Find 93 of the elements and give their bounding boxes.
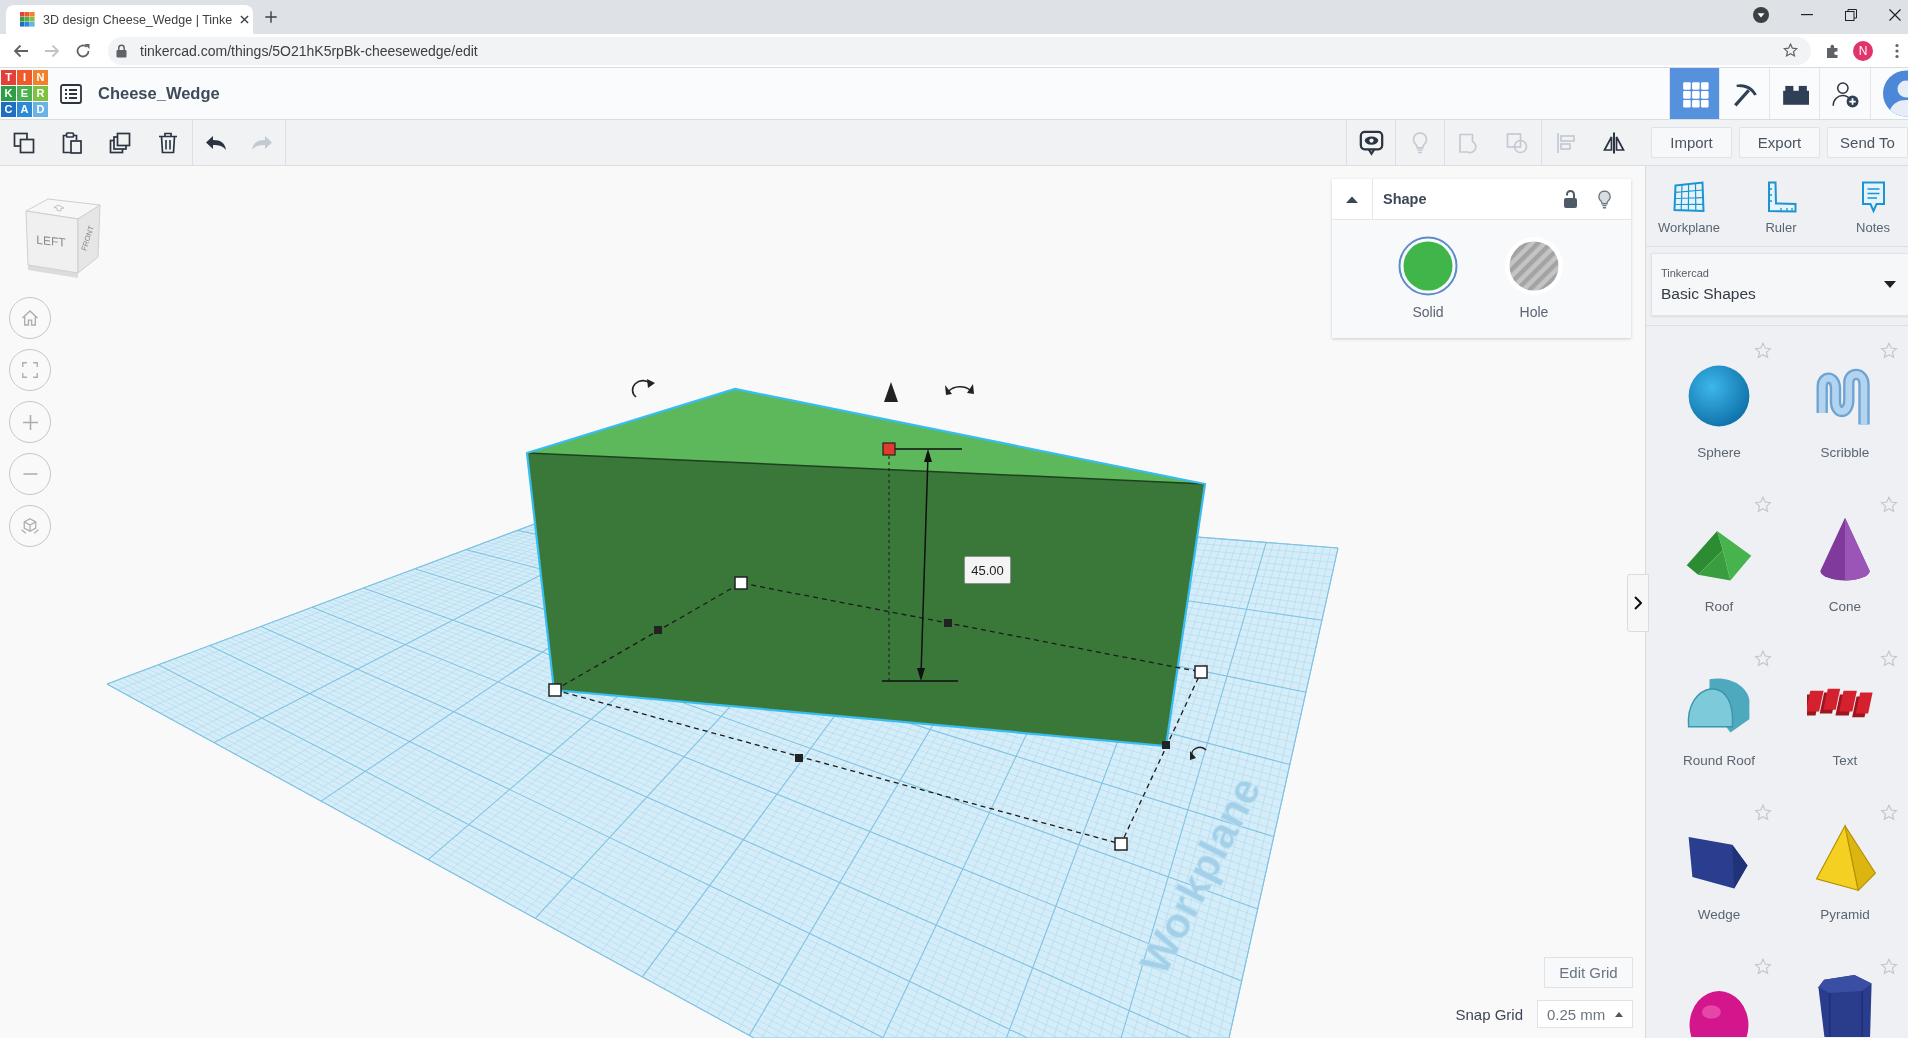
grid-plane-icon bbox=[1672, 180, 1706, 214]
logo-tile[interactable]: E bbox=[17, 86, 32, 101]
double-curved-arrow-icon[interactable] bbox=[945, 384, 974, 395]
shape-library-select[interactable]: Tinkercad Basic Shapes bbox=[1651, 253, 1908, 316]
shape-name: Text bbox=[1832, 752, 1858, 770]
menu-dots-icon[interactable] bbox=[1895, 42, 1899, 59]
snap-grid-label: Snap Grid bbox=[1455, 1005, 1523, 1023]
logo-tile[interactable]: I bbox=[17, 70, 32, 85]
trash-icon[interactable] bbox=[156, 130, 180, 155]
profile-avatar[interactable]: N bbox=[1853, 40, 1873, 61]
caret-icon[interactable] bbox=[1345, 194, 1359, 204]
design-title[interactable]: Cheese_Wedge bbox=[98, 84, 220, 103]
ruler-button[interactable]: Ruler bbox=[1747, 180, 1815, 236]
edit-grid-button[interactable]: Edit Grid bbox=[1544, 957, 1633, 988]
lightbulb-icon[interactable] bbox=[1597, 189, 1612, 209]
logo-tile[interactable]: K bbox=[1, 86, 16, 101]
edge-handle[interactable] bbox=[795, 754, 803, 762]
star-icon[interactable] bbox=[1783, 43, 1798, 58]
cube-icon bbox=[21, 518, 39, 534]
dropdown-circle-icon[interactable] bbox=[1753, 7, 1769, 23]
corner-handle[interactable] bbox=[1114, 837, 1128, 851]
shape-name: Wedge bbox=[1697, 906, 1741, 924]
overlapping-squares-icon[interactable] bbox=[12, 130, 36, 155]
corner-handle[interactable] bbox=[548, 683, 562, 697]
back-arrow-icon[interactable] bbox=[13, 42, 29, 59]
logo-tile[interactable]: T bbox=[1, 70, 16, 85]
clipboard-icon[interactable] bbox=[60, 130, 84, 155]
dimension-value-field[interactable]: 45.00 bbox=[964, 556, 1011, 584]
star-icon[interactable] bbox=[1754, 804, 1772, 821]
shape-name: Round Roof bbox=[1682, 752, 1756, 770]
reload-icon[interactable] bbox=[75, 42, 91, 59]
plus-icon[interactable] bbox=[264, 10, 278, 24]
notes-button[interactable]: Notes bbox=[1839, 180, 1907, 236]
minus-icon bbox=[22, 473, 38, 475]
triangle-handle-icon[interactable] bbox=[884, 382, 898, 402]
browser-tab[interactable]: 3D design Cheese_Wedge | Tinke bbox=[6, 5, 253, 34]
edge-handle[interactable] bbox=[1162, 741, 1170, 749]
panel-title: Shape bbox=[1383, 191, 1427, 207]
close-icon[interactable] bbox=[1889, 9, 1901, 21]
user-avatar-icon[interactable] bbox=[1870, 68, 1908, 119]
star-icon[interactable] bbox=[1880, 342, 1898, 359]
close-icon[interactable] bbox=[240, 15, 250, 24]
edge-handle[interactable] bbox=[944, 619, 952, 627]
star-icon[interactable] bbox=[1754, 342, 1772, 359]
height-handle[interactable] bbox=[882, 442, 896, 456]
eye-bubble-icon[interactable] bbox=[1357, 129, 1385, 156]
open-padlock-icon[interactable] bbox=[1563, 189, 1578, 209]
grid-icon bbox=[1680, 79, 1709, 108]
corner-handle[interactable] bbox=[1194, 665, 1208, 679]
curved-arrow-icon[interactable] bbox=[1190, 746, 1207, 760]
hole-option[interactable]: Hole bbox=[1494, 220, 1574, 320]
shape-name: Sphere bbox=[1697, 444, 1741, 462]
caret-down-icon bbox=[1884, 281, 1896, 288]
stacked-squares-icon[interactable] bbox=[108, 130, 132, 155]
corner-handle[interactable] bbox=[734, 576, 748, 590]
star-icon[interactable] bbox=[1880, 958, 1898, 975]
shape-name: Pyramid bbox=[1820, 906, 1870, 924]
star-icon[interactable] bbox=[1880, 650, 1898, 667]
curved-arrow-icon[interactable] bbox=[631, 379, 655, 398]
minimize-icon[interactable] bbox=[1801, 14, 1813, 16]
import-button[interactable]: Import bbox=[1651, 127, 1732, 158]
sidebar-toggle-button[interactable] bbox=[1627, 574, 1649, 632]
puzzle-piece-icon[interactable] bbox=[1825, 42, 1841, 59]
home-icon bbox=[22, 310, 38, 326]
add-user-icon[interactable] bbox=[1831, 79, 1859, 108]
export-button[interactable]: Export bbox=[1739, 127, 1820, 158]
wedge-shape[interactable] bbox=[525, 387, 1207, 748]
workplane-button[interactable]: Workplane bbox=[1655, 180, 1723, 236]
restore-icon[interactable] bbox=[1845, 9, 1857, 21]
tile-grid-favicon-icon bbox=[20, 12, 35, 27]
chevron-right-icon bbox=[1634, 596, 1642, 610]
plus-icon bbox=[22, 414, 38, 430]
edge-handle[interactable] bbox=[654, 626, 662, 634]
star-icon[interactable] bbox=[1754, 496, 1772, 513]
logo-tile[interactable]: A bbox=[17, 102, 32, 117]
send-to-button[interactable]: Send To bbox=[1827, 127, 1908, 158]
star-icon[interactable] bbox=[1754, 958, 1772, 975]
corner-brackets-icon bbox=[22, 362, 38, 378]
star-icon[interactable] bbox=[1880, 496, 1898, 513]
mirror-triangles-icon[interactable] bbox=[1602, 130, 1626, 155]
star-icon[interactable] bbox=[1880, 804, 1898, 821]
shape-name: Roof bbox=[1704, 598, 1734, 616]
star-icon[interactable] bbox=[1754, 650, 1772, 667]
address-bar[interactable]: tinkercad.com/things/5O21hK5rpBk-cheesewedge/edit bbox=[108, 36, 1811, 65]
cube-face-label[interactable]: LEFT bbox=[36, 232, 66, 250]
list-icon[interactable] bbox=[60, 83, 82, 104]
shape-name: Scribble bbox=[1820, 444, 1870, 462]
solid-option[interactable]: Solid bbox=[1388, 220, 1468, 320]
logo-tile[interactable]: C bbox=[1, 102, 16, 117]
shape-name: Cone bbox=[1828, 598, 1862, 616]
padlock-icon[interactable] bbox=[116, 43, 127, 58]
snap-grid-select[interactable]: 0.25 mm bbox=[1537, 1000, 1633, 1028]
caret-up-icon bbox=[1615, 1011, 1623, 1017]
